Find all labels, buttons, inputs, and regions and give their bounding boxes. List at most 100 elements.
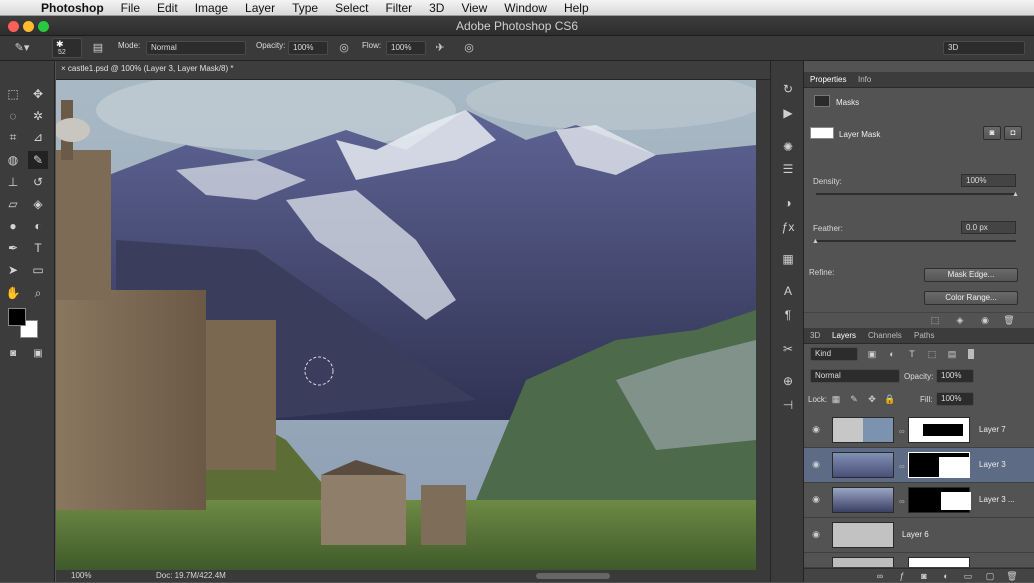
paint-bucket-icon[interactable]: ◈: [28, 195, 48, 213]
vector-mask-button[interactable]: ◘: [1004, 126, 1022, 140]
layer-style-icon[interactable]: ƒ: [896, 569, 908, 583]
lock-transparency-icon[interactable]: ▦: [830, 392, 842, 406]
layer-row[interactable]: ◉ ∞ Layer 7: [804, 413, 1034, 448]
tab-3d[interactable]: 3D: [810, 331, 820, 340]
density-field[interactable]: 100%: [961, 174, 1016, 187]
layer-row[interactable]: ◉ ∞ Layer 3 ...: [804, 483, 1034, 518]
delete-layer-icon[interactable]: 🗑: [1006, 569, 1018, 583]
delete-mask-icon[interactable]: 🗑: [1002, 313, 1016, 327]
lock-pixels-icon[interactable]: ✎: [848, 392, 860, 406]
menu-app[interactable]: Photoshop: [34, 1, 114, 15]
menu-layer[interactable]: Layer: [238, 1, 285, 15]
pressure-opacity-icon[interactable]: ◎: [337, 41, 351, 55]
chain-link-icon[interactable]: ∞: [899, 427, 905, 436]
chain-link-icon[interactable]: ∞: [899, 497, 905, 506]
filter-adjustment-icon[interactable]: ◐: [886, 347, 898, 361]
pen-tool-icon[interactable]: ✒: [3, 239, 23, 257]
layer-mask-thumb[interactable]: [908, 452, 970, 478]
lock-all-icon[interactable]: 🔒: [884, 392, 896, 406]
feather-slider-track[interactable]: [816, 240, 1016, 242]
pressure-size-icon[interactable]: ◎: [462, 41, 476, 55]
layer-opacity-field[interactable]: 100%: [936, 369, 974, 383]
blend-mode-dropdown[interactable]: Normal: [810, 369, 900, 383]
chain-link-icon[interactable]: ∞: [899, 462, 905, 471]
foreground-color-swatch[interactable]: [8, 308, 26, 326]
mode-dropdown[interactable]: Normal: [146, 41, 246, 55]
paragraph-panel-icon[interactable]: ¶: [779, 307, 797, 323]
hand-tool-icon[interactable]: ✋: [3, 284, 23, 302]
density-slider-handle[interactable]: ▲: [1012, 191, 1019, 198]
layer-row[interactable]: ◉ Layer 6: [804, 518, 1034, 553]
styles-icon[interactable]: ƒx: [779, 219, 797, 235]
filter-shape-icon[interactable]: ⬚: [926, 347, 938, 361]
magic-wand-icon[interactable]: ✲: [28, 107, 48, 125]
shape-tool-icon[interactable]: ▭: [28, 261, 48, 279]
tab-paths[interactable]: Paths: [914, 331, 934, 340]
color-range-button[interactable]: Color Range...: [924, 291, 1018, 305]
add-mask-icon[interactable]: ◙: [918, 569, 930, 583]
brush-tool-icon[interactable]: ✎▾: [12, 41, 32, 55]
brush-tool-active-icon[interactable]: ✎: [28, 151, 48, 169]
menu-select[interactable]: Select: [328, 1, 378, 15]
load-selection-icon[interactable]: ⬚: [928, 313, 942, 327]
layer-mask-thumb[interactable]: [908, 487, 971, 513]
document-canvas[interactable]: [56, 80, 756, 570]
feather-slider-handle[interactable]: ▲: [812, 238, 819, 245]
visibility-eye-icon[interactable]: ◉: [810, 459, 822, 471]
eraser-tool-icon[interactable]: ▱: [3, 195, 23, 213]
filter-toggle[interactable]: [968, 349, 974, 359]
new-adjustment-icon[interactable]: ◐: [940, 569, 952, 583]
tab-info[interactable]: Info: [858, 75, 871, 84]
link-layers-icon[interactable]: ∞: [874, 569, 886, 583]
lock-position-icon[interactable]: ✥: [866, 392, 878, 406]
filter-kind-dropdown[interactable]: Kind: [810, 347, 858, 361]
opacity-field[interactable]: 100%: [288, 41, 328, 55]
layer-row[interactable]: [804, 553, 1034, 568]
screen-mode-icon[interactable]: ▣: [28, 345, 48, 363]
menu-edit[interactable]: Edit: [150, 1, 188, 15]
density-slider-track[interactable]: [816, 193, 1016, 195]
filter-pixel-icon[interactable]: ▣: [866, 347, 878, 361]
brush-presets-icon[interactable]: ✺: [779, 139, 797, 155]
crop-tool-icon[interactable]: ⌗: [3, 128, 23, 146]
brush-preset-picker[interactable]: ✱ 52: [52, 38, 82, 58]
apply-mask-icon[interactable]: ◈: [953, 313, 967, 327]
measurement-icon[interactable]: ⊣: [779, 397, 797, 413]
eyedropper-icon[interactable]: ⊿: [28, 128, 48, 146]
visibility-eye-icon[interactable]: ◉: [810, 494, 822, 506]
character-panel-icon[interactable]: A: [779, 283, 797, 299]
tab-layers[interactable]: Layers: [832, 331, 856, 340]
move-tool-icon[interactable]: ✥: [28, 85, 48, 103]
quick-mask-icon[interactable]: ◙: [3, 345, 23, 363]
actions-panel-icon[interactable]: ▶: [779, 105, 797, 121]
blur-tool-icon[interactable]: ●: [3, 217, 23, 235]
pixel-mask-button[interactable]: ◙: [983, 126, 1001, 140]
layer-mask-thumb[interactable]: [908, 417, 970, 443]
filter-type-icon[interactable]: T: [906, 347, 918, 361]
visibility-eye-icon[interactable]: ◉: [810, 424, 822, 436]
menu-type[interactable]: Type: [285, 1, 328, 15]
filter-smart-object-icon[interactable]: ▤: [946, 347, 958, 361]
new-group-icon[interactable]: ▭: [962, 569, 974, 583]
layer-mask-thumb[interactable]: [908, 557, 970, 567]
menu-window[interactable]: Window: [497, 1, 557, 15]
doc-size[interactable]: Doc: 19.7M/422.4M: [156, 571, 226, 580]
marquee-tool-icon[interactable]: ⬚: [3, 85, 23, 103]
clone-stamp-icon[interactable]: ⊥: [3, 173, 23, 191]
history-panel-icon[interactable]: ↻: [779, 81, 797, 97]
feather-field[interactable]: 0.0 px: [961, 221, 1016, 234]
mask-edge-button[interactable]: Mask Edge...: [924, 268, 1018, 282]
brush-panel-icon[interactable]: ▤: [91, 41, 105, 55]
path-selection-icon[interactable]: ➤: [3, 261, 23, 279]
menu-3d[interactable]: 3D: [422, 1, 454, 15]
canvas-horizontal-scrollbar[interactable]: [536, 573, 610, 579]
lasso-tool-icon[interactable]: ◌: [3, 107, 23, 125]
menu-view[interactable]: View: [454, 1, 497, 15]
tab-channels[interactable]: Channels: [868, 331, 902, 340]
swatches-icon[interactable]: ☰: [779, 161, 797, 177]
history-brush-icon[interactable]: ↺: [28, 173, 48, 191]
zoom-level[interactable]: 100%: [71, 571, 91, 580]
tab-properties[interactable]: Properties: [810, 75, 846, 84]
airbrush-icon[interactable]: ✈: [433, 41, 447, 55]
menu-help[interactable]: Help: [557, 1, 599, 15]
